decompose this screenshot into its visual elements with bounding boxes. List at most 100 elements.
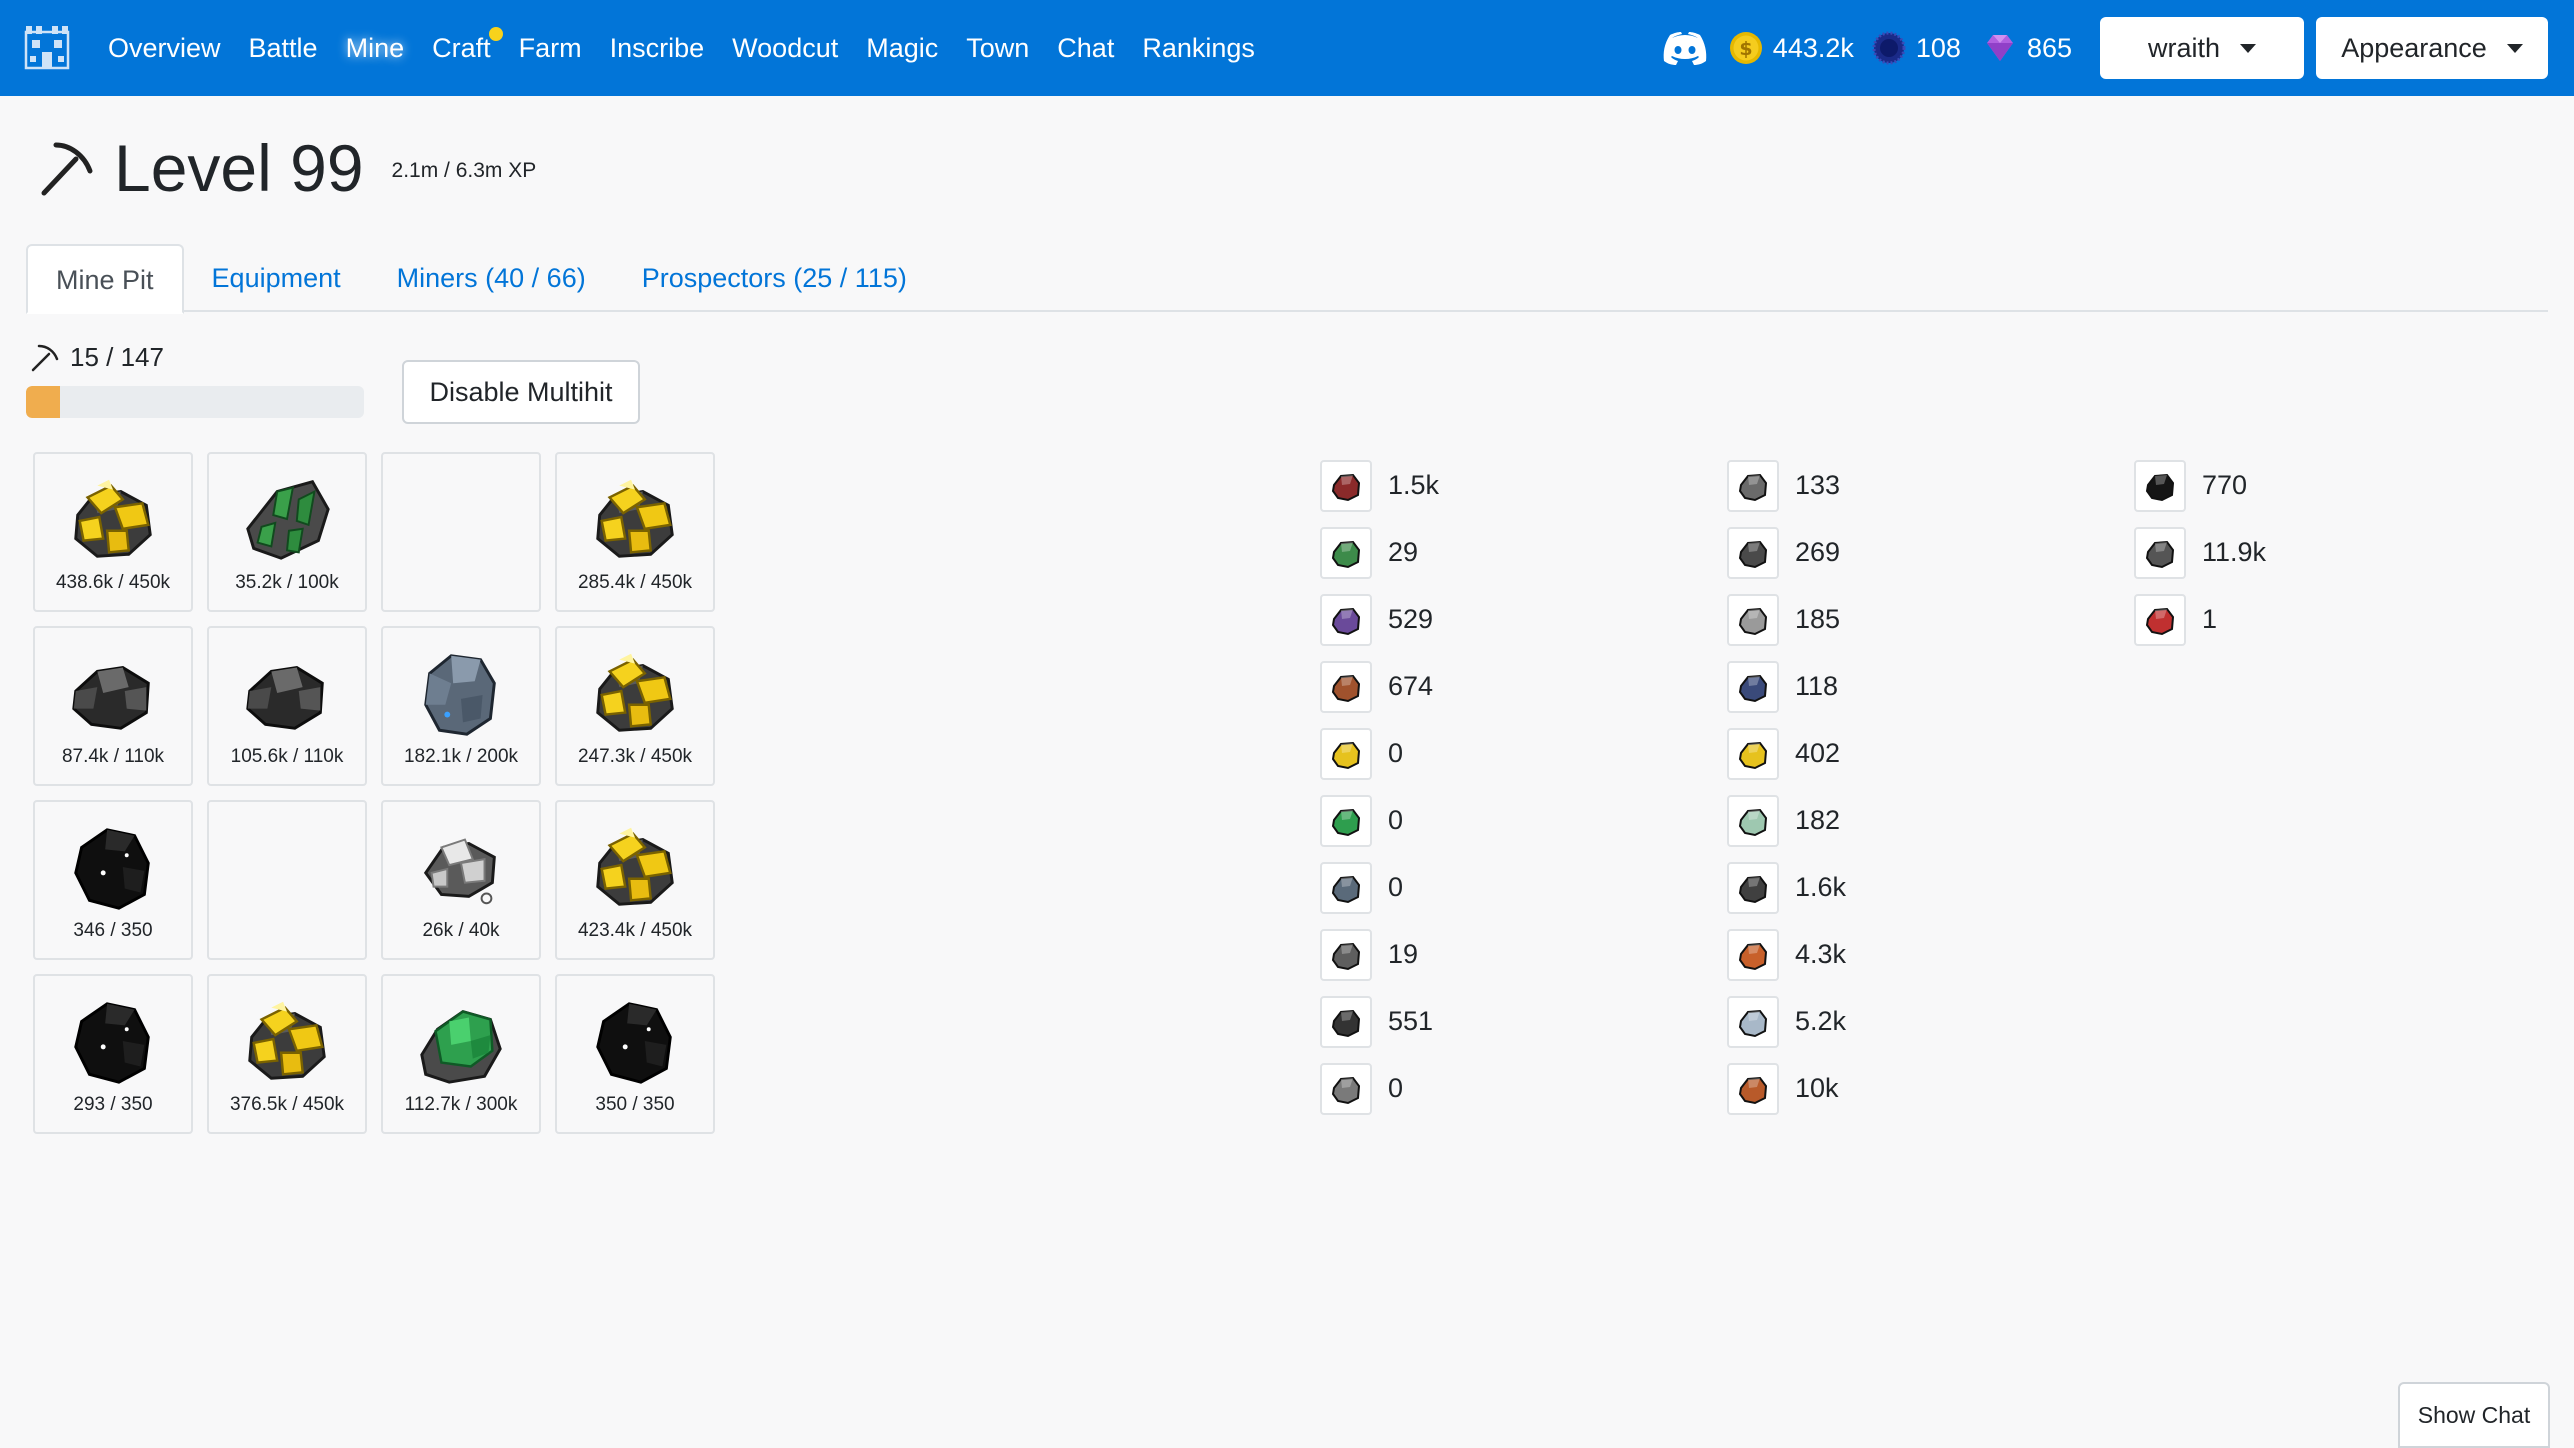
inventory-item-count: 529 — [1388, 604, 1434, 634]
mine-cell[interactable]: 35.2k / 100k — [207, 452, 367, 612]
mine-cell[interactable]: 346 / 350 — [33, 800, 193, 960]
pick-progress-text: 15 / 147 — [70, 342, 164, 372]
tab-miners[interactable]: Miners (40 / 66) — [369, 244, 614, 312]
nav-link-chat[interactable]: Chat — [1043, 33, 1128, 64]
inventory-item-slot[interactable] — [1320, 794, 1372, 847]
nav-link-overview[interactable]: Overview — [94, 33, 235, 64]
nav-link-craft[interactable]: Craft — [418, 26, 505, 64]
mine-cell-count: 35.2k / 100k — [235, 572, 339, 593]
mine-cell-empty[interactable] — [207, 800, 367, 960]
nav-link-farm[interactable]: Farm — [505, 33, 596, 64]
nav-link-inscribe[interactable]: Inscribe — [596, 33, 719, 64]
nav-link-label: Chat — [1057, 32, 1115, 63]
mine-cell[interactable]: 350 / 350 — [555, 974, 715, 1134]
inventory-item-slot[interactable] — [1727, 593, 1779, 646]
inventory-item: 19 — [1320, 921, 1439, 988]
inventory-item-count: 4.3k — [1795, 939, 1847, 969]
show-chat-button[interactable]: Show Chat — [2398, 1382, 2550, 1448]
inventory-item-count: 133 — [1795, 470, 1841, 500]
nav-link-label: Battle — [248, 32, 318, 63]
mine-cell[interactable]: 285.4k / 450k — [555, 452, 715, 612]
nav-link-label: Magic — [866, 32, 939, 63]
notification-dot — [488, 26, 503, 41]
inventory-item-slot[interactable] — [1727, 459, 1779, 512]
inventory-item-slot[interactable] — [1320, 459, 1372, 512]
tab-prospectors[interactable]: Prospectors (25 / 115) — [614, 244, 935, 312]
mine-cell[interactable]: 293 / 350 — [33, 974, 193, 1134]
stone-ore-icon — [1331, 942, 1361, 970]
mine-cell[interactable]: 105.6k / 110k — [207, 626, 367, 786]
inventory-item-slot[interactable] — [1320, 727, 1372, 780]
red-ore-icon — [2145, 607, 2175, 635]
purple-gem-icon — [1986, 35, 2013, 61]
tab-equipment[interactable]: Equipment — [184, 244, 369, 312]
inventory-item: 1.5k — [1320, 452, 1439, 519]
mine-cell[interactable]: 87.4k / 110k — [33, 626, 193, 786]
orb-currency: 108 — [1872, 31, 1961, 65]
inventory-item-slot[interactable] — [1727, 861, 1779, 914]
inventory-item-slot[interactable] — [1727, 727, 1779, 780]
inventory-item-slot[interactable] — [1320, 660, 1372, 713]
inventory-item-slot[interactable] — [1320, 1062, 1372, 1115]
nav-link-label: Craft — [432, 32, 491, 63]
iron-ore-icon — [424, 654, 496, 736]
mine-cell[interactable]: 247.3k / 450k — [555, 626, 715, 786]
chevron-down-icon — [2240, 43, 2257, 53]
nav-link-town[interactable]: Town — [952, 33, 1043, 64]
inventory-item-count: 5.2k — [1795, 1006, 1847, 1036]
nav-link-rankings[interactable]: Rankings — [1128, 33, 1269, 64]
castle-logo-icon[interactable] — [22, 22, 72, 72]
mine-cell[interactable]: 438.6k / 450k — [33, 452, 193, 612]
mine-cell[interactable]: 376.5k / 450k — [207, 974, 367, 1134]
inventory-item-slot[interactable] — [1727, 660, 1779, 713]
inventory-item-slot[interactable] — [1320, 593, 1372, 646]
nav-link-label: Woodcut — [732, 32, 839, 63]
gem-amount: 865 — [2026, 32, 2072, 63]
discord-icon[interactable] — [1663, 31, 1707, 65]
inventory-item-slot[interactable] — [1727, 928, 1779, 981]
mine-cell[interactable]: 112.7k / 300k — [381, 974, 541, 1134]
mine-cell[interactable]: 26k / 40k — [381, 800, 541, 960]
inventory-item-slot[interactable] — [2134, 593, 2186, 646]
nav-link-mine[interactable]: Mine — [332, 33, 419, 64]
mine-tabs: Mine Pit Equipment Miners (40 / 66) Prospec… — [26, 244, 2548, 314]
inventory-item-slot[interactable] — [1320, 861, 1372, 914]
disable-multihit-button[interactable]: Disable Multihit — [402, 360, 640, 424]
orb-amount: 108 — [1915, 32, 1961, 63]
level-title: Level 99 — [114, 131, 364, 205]
mine-cell-count: 376.5k / 450k — [229, 1094, 345, 1115]
inventory-item-slot[interactable] — [1320, 526, 1372, 579]
mine-cell-empty[interactable] — [381, 452, 541, 612]
nav-right: $ 443.2k 108 865 wraith Appearance — [1663, 0, 2548, 96]
inventory-item-count: 674 — [1388, 671, 1434, 701]
mine-cell-count: 182.1k / 200k — [403, 746, 519, 767]
inventory-item-slot[interactable] — [1727, 995, 1779, 1048]
inventory-item-slot[interactable] — [1320, 995, 1372, 1048]
inventory-item-slot[interactable] — [1320, 928, 1372, 981]
inventory-item-slot[interactable] — [1727, 1062, 1779, 1115]
nav-link-label: Farm — [518, 32, 582, 63]
silver-ore-icon — [1738, 607, 1768, 635]
nav-link-magic[interactable]: Magic — [852, 33, 952, 64]
inventory-item-slot[interactable] — [2134, 526, 2186, 579]
inventory-item-count: 0 — [1388, 805, 1404, 835]
inventory-item: 674 — [1320, 653, 1439, 720]
mine-cell[interactable]: 423.4k / 450k — [555, 800, 715, 960]
mine-cell-count: 87.4k / 110k — [61, 746, 165, 767]
gold-amount: 443.2k — [1772, 32, 1854, 63]
mine-cell[interactable]: 182.1k / 200k — [381, 626, 541, 786]
pick-progress-bar — [26, 386, 364, 418]
coal-ore-icon — [1331, 1009, 1361, 1037]
obsidian-ore-icon — [74, 828, 150, 910]
nav-link-woodcut[interactable]: Woodcut — [718, 33, 852, 64]
inventory-item-slot[interactable] — [1727, 794, 1779, 847]
nav-link-battle[interactable]: Battle — [235, 33, 332, 64]
user-menu-dropdown[interactable]: wraith — [2100, 17, 2304, 79]
appearance-dropdown[interactable]: Appearance — [2316, 17, 2548, 79]
tab-mine[interactable]: Mine Pit — [26, 244, 184, 314]
inventory-item-slot[interactable] — [1727, 526, 1779, 579]
inventory-item-slot[interactable] — [2134, 459, 2186, 512]
gold-bar-icon — [1738, 741, 1768, 769]
ruby-ore-icon — [1331, 473, 1361, 501]
mine-cell-count: 26k / 40k — [422, 920, 500, 941]
